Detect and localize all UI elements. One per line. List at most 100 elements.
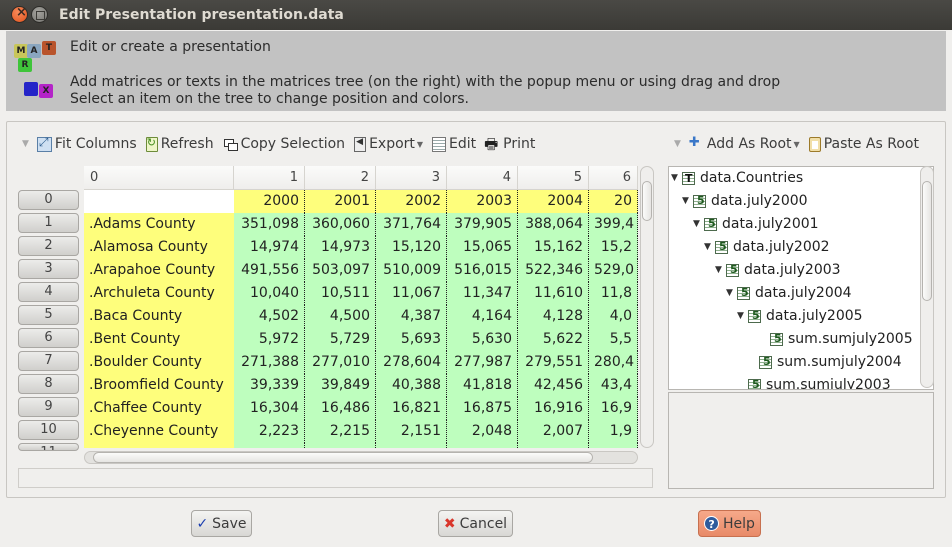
tree-vertical-scroll-thumb[interactable] — [922, 181, 932, 301]
row-header[interactable]: 5 — [18, 305, 79, 325]
table-cell[interactable]: 42,456 — [518, 374, 589, 397]
table-cell[interactable]: .Adams County — [84, 213, 234, 236]
row-header[interactable]: 0 — [18, 190, 79, 210]
table-cell[interactable]: 39,339 — [234, 374, 305, 397]
column-header[interactable]: 3 — [376, 166, 447, 190]
column-header[interactable]: 6 — [589, 166, 638, 190]
table-cell[interactable]: 43,4 — [589, 374, 638, 397]
table-cell[interactable]: .Boulder County — [84, 351, 234, 374]
table-cell[interactable]: 41,818 — [447, 374, 518, 397]
expand-arrow-icon[interactable]: ▼ — [682, 196, 693, 206]
table-cell[interactable]: 360,060 — [305, 213, 376, 236]
table-cell[interactable]: 277,987 — [447, 351, 518, 374]
table-cell[interactable]: 4,0 — [589, 305, 638, 328]
table-cell[interactable]: .Bent County — [84, 328, 234, 351]
tree-item[interactable]: sum.sumjuly2003 — [737, 374, 891, 389]
fit-columns-button[interactable]: Fit Columns — [36, 135, 137, 152]
table-cell[interactable] — [84, 190, 234, 213]
cancel-button[interactable]: ✖ Cancel — [438, 510, 513, 537]
row-header[interactable]: 6 — [18, 328, 79, 348]
table-cell[interactable]: 5,972 — [234, 328, 305, 351]
save-button[interactable]: ✓ Save — [191, 510, 252, 537]
table-cell[interactable]: .Alamosa County — [84, 236, 234, 259]
row-header[interactable]: 3 — [18, 259, 79, 279]
table-cell[interactable]: 10,040 — [234, 282, 305, 305]
table-cell[interactable]: 15,120 — [376, 236, 447, 259]
table-cell[interactable]: 16,304 — [234, 397, 305, 420]
table-cell[interactable]: 1,9 — [589, 420, 638, 443]
table-cell[interactable] — [234, 443, 305, 448]
table-cell[interactable]: 388,064 — [518, 213, 589, 236]
table-cell[interactable]: .Arapahoe County — [84, 259, 234, 282]
table-cell[interactable]: 351,098 — [234, 213, 305, 236]
table-cell[interactable]: 278,604 — [376, 351, 447, 374]
table-cell[interactable]: 11,8 — [589, 282, 638, 305]
expand-arrow-icon[interactable]: ▼ — [693, 219, 704, 229]
table-cell[interactable]: 4,128 — [518, 305, 589, 328]
table-cell[interactable]: 11,347 — [447, 282, 518, 305]
table-cell[interactable]: 2,048 — [447, 420, 518, 443]
export-button[interactable]: Export ▼ — [354, 136, 423, 152]
expand-arrow-icon[interactable]: ▼ — [704, 242, 715, 252]
toolbar-grip-icon[interactable]: ▼ — [674, 139, 681, 149]
table-cell[interactable]: 522,346 — [518, 259, 589, 282]
refresh-button[interactable]: Refresh — [145, 136, 214, 152]
table-cell[interactable]: 20 — [589, 190, 638, 213]
table-cell[interactable]: 11,610 — [518, 282, 589, 305]
table-cell[interactable]: 279,551 — [518, 351, 589, 374]
table-cell[interactable]: 5,622 — [518, 328, 589, 351]
window-minimize-icon[interactable] — [31, 6, 48, 23]
column-header[interactable]: 1 — [234, 166, 305, 190]
table-cell[interactable]: 15,2 — [589, 236, 638, 259]
table-cell[interactable]: 2000 — [234, 190, 305, 213]
table-cell[interactable] — [84, 443, 234, 448]
table-cell[interactable] — [518, 443, 589, 448]
tree-vertical-scrollbar[interactable] — [920, 166, 934, 388]
table-cell[interactable]: 14,974 — [234, 236, 305, 259]
add-as-root-button[interactable]: Add As Root ▼ — [689, 135, 800, 153]
table-cell[interactable]: 16,821 — [376, 397, 447, 420]
tree-item[interactable]: ▼ data.july2003 — [715, 259, 841, 281]
table-cell[interactable]: 11,067 — [376, 282, 447, 305]
table-vertical-scrollbar[interactable] — [640, 166, 654, 448]
row-header[interactable]: 10 — [18, 420, 79, 440]
matrices-tree[interactable]: ▼ data.Countries ▼ data.july2000 ▼ data.july2… — [668, 166, 934, 390]
table-cell[interactable]: 10,511 — [305, 282, 376, 305]
table-cell[interactable]: 277,010 — [305, 351, 376, 374]
row-header[interactable]: 11 — [18, 443, 79, 451]
table-cell[interactable]: 40,388 — [376, 374, 447, 397]
table-cell[interactable] — [589, 443, 638, 448]
table-cell[interactable]: 5,729 — [305, 328, 376, 351]
tree-item[interactable]: ▼ data.july2000 — [682, 190, 808, 212]
column-header[interactable]: 4 — [447, 166, 518, 190]
table-cell[interactable]: 5,630 — [447, 328, 518, 351]
tree-item[interactable]: ▼ data.july2001 — [693, 213, 819, 235]
edit-button[interactable]: Edit — [432, 136, 476, 152]
paste-as-root-button[interactable]: Paste As Root — [808, 136, 919, 152]
table-cell[interactable]: .Chaffee County — [84, 397, 234, 420]
tree-item[interactable]: sum.sumjuly2004 — [748, 351, 902, 373]
tree-item[interactable]: sum.sumjuly2005 — [759, 328, 913, 350]
table-cell[interactable]: 2,215 — [305, 420, 376, 443]
table-cell[interactable]: 16,486 — [305, 397, 376, 420]
table-cell[interactable]: 2,007 — [518, 420, 589, 443]
table-cell[interactable]: 4,500 — [305, 305, 376, 328]
column-header[interactable]: 5 — [518, 166, 589, 190]
table-cell[interactable]: 15,065 — [447, 236, 518, 259]
table-cell[interactable]: 4,387 — [376, 305, 447, 328]
table-cell[interactable]: 5,693 — [376, 328, 447, 351]
tree-item[interactable]: ▼ data.Countries — [671, 167, 803, 189]
table-cell[interactable]: 2002 — [376, 190, 447, 213]
table-cell[interactable]: 2,151 — [376, 420, 447, 443]
row-header[interactable]: 4 — [18, 282, 79, 302]
expand-arrow-icon[interactable]: ▼ — [715, 265, 726, 275]
table-cell[interactable]: 2,223 — [234, 420, 305, 443]
expand-arrow-icon[interactable]: ▼ — [726, 288, 737, 298]
toolbar-grip-icon[interactable]: ▼ — [22, 139, 29, 149]
table-cell[interactable]: 516,015 — [447, 259, 518, 282]
table-cell[interactable]: 399,4 — [589, 213, 638, 236]
table-cell[interactable]: 371,764 — [376, 213, 447, 236]
table-cell[interactable]: 510,009 — [376, 259, 447, 282]
table-cell[interactable]: 2004 — [518, 190, 589, 213]
table-cell[interactable]: .Baca County — [84, 305, 234, 328]
